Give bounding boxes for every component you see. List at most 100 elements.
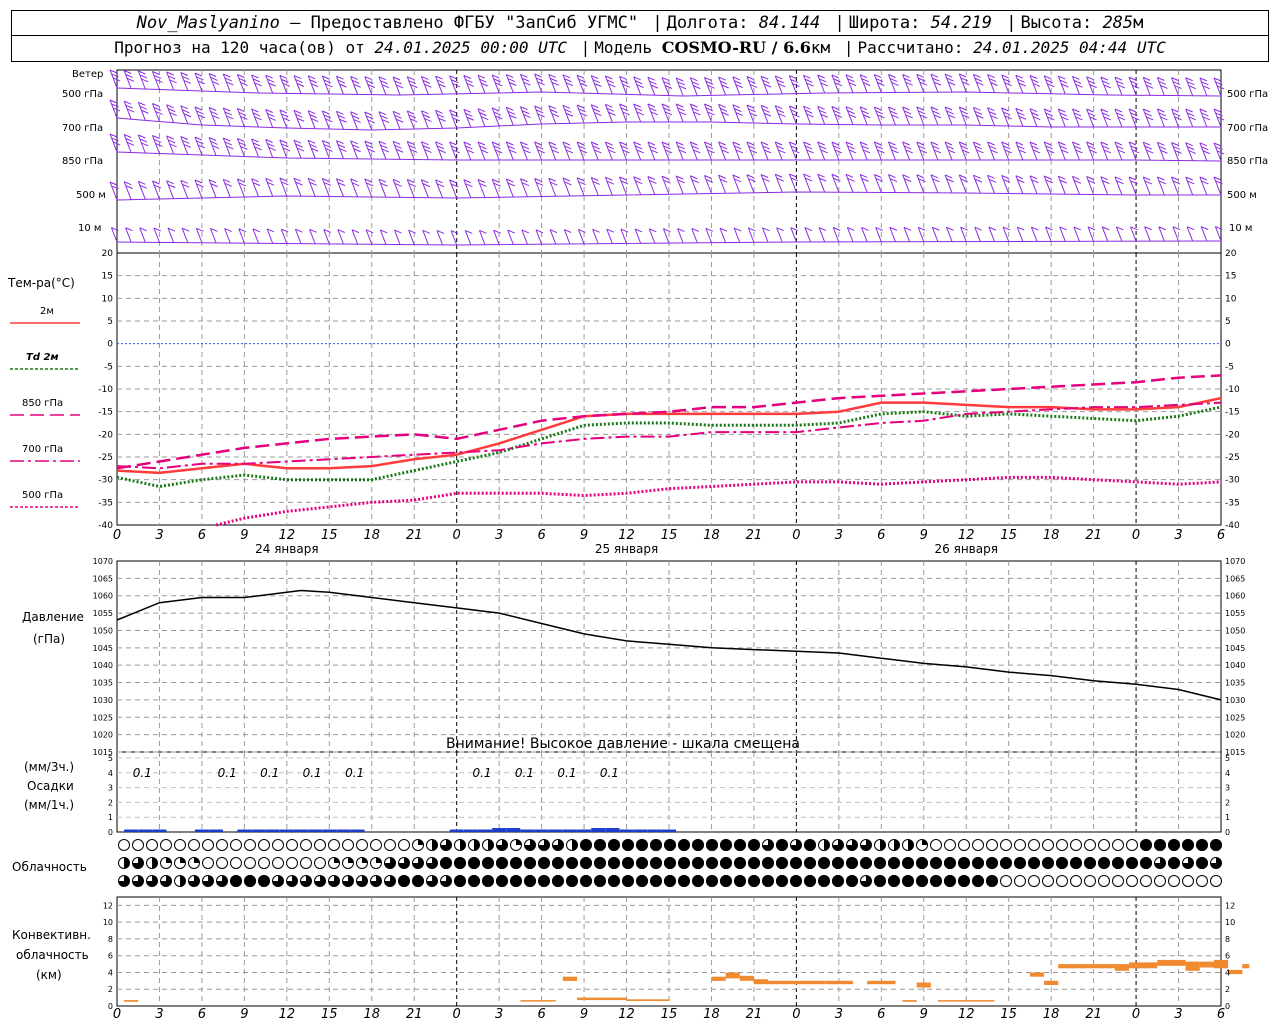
time-tick-label: 21	[746, 528, 763, 543]
temp-ytick-right: 10	[1225, 294, 1237, 304]
cloud-symbol-row3	[1154, 875, 1166, 887]
convective-layer	[124, 959, 1250, 1002]
temp-ytick-left: -20	[98, 430, 113, 440]
temp-ytick-left: 0	[107, 340, 113, 350]
temp-ytick-left: 15	[102, 272, 113, 282]
cloud-symbol-row3-fill	[468, 875, 480, 887]
pressure-ytick-left: 1050	[93, 626, 113, 635]
cloud-symbol-row2-fill	[944, 857, 956, 869]
day-label: 26 января	[935, 542, 998, 556]
precip-amount-label: 0.1	[515, 766, 534, 780]
cloud-symbol-row2-fill	[1196, 857, 1208, 869]
cloud-symbol-row1	[986, 839, 998, 851]
cloud-symbol-row3	[1140, 875, 1152, 887]
conv-cloud-bar	[916, 982, 931, 988]
cloud-symbol-row2-fill	[958, 857, 970, 869]
temp-ytick-right: -30	[1225, 476, 1240, 486]
cloud-symbol-row1-fill	[664, 839, 676, 851]
time-tick-label: 18	[363, 528, 380, 543]
cloud-symbol-row2-fill	[376, 857, 382, 863]
precip-ytick-left: 3	[108, 784, 113, 793]
conv-cloud-bar	[1242, 964, 1250, 969]
temp-ytick-right: -35	[1225, 498, 1240, 508]
pressure-ytick-left: 1045	[93, 644, 113, 653]
cloud-symbol-row1	[1056, 839, 1068, 851]
cloud-symbol-row2-fill	[972, 857, 984, 869]
temp-ytick-right: 0	[1225, 340, 1231, 350]
cloud-symbol-row3-fill	[244, 875, 256, 887]
time-tick-label-bottom: 0	[453, 1007, 461, 1022]
conv-cloud-bar	[838, 980, 853, 985]
time-tick-label-bottom: 21	[1085, 1007, 1102, 1022]
cloud-symbol-row1	[1084, 839, 1096, 851]
precip-layer	[124, 828, 676, 832]
temp-ytick-left: -40	[98, 521, 113, 531]
time-tick-label: 9	[580, 528, 588, 543]
pressure-ytick-right: 1045	[1225, 644, 1245, 653]
cloud-symbol-row3-fill	[762, 875, 774, 887]
temp-ytick-left: -15	[98, 408, 113, 418]
time-tick-label: 15	[1000, 528, 1017, 543]
precip-amount-label: 0.1	[345, 766, 364, 780]
cloud-symbol-row1	[958, 839, 970, 851]
pressure-ytick-left: 1070	[93, 557, 113, 566]
precip-bar	[492, 828, 507, 832]
cloud-symbol-row3-fill	[930, 875, 942, 887]
cloud-symbol-row2-fill	[594, 857, 606, 869]
cloud-symbol-row3-fill	[916, 875, 928, 887]
cloud-symbol-row2-fill	[1112, 857, 1124, 869]
cloud-symbol-row1-fill	[608, 839, 620, 851]
cloud-symbol-row3	[1070, 875, 1082, 887]
pressure-ytick-right: 1020	[1225, 731, 1245, 740]
time-tick-label-bottom: 12	[958, 1007, 975, 1022]
cloud-symbol-row2-fill	[846, 857, 858, 869]
cloud-symbol-row2	[244, 857, 256, 869]
temp-ytick-left: 20	[102, 249, 114, 259]
pressure-ytick-right: 1030	[1225, 696, 1245, 705]
cloud-symbol-row3-fill	[720, 875, 732, 887]
cloud-symbol-row2-fill	[636, 857, 648, 869]
cloud-symbol-row1-fill	[824, 839, 830, 851]
precip-ytick-right: 3	[1225, 784, 1230, 793]
precip-amount-label: 0.1	[303, 766, 322, 780]
cloud-symbol-row3-fill	[636, 875, 648, 887]
precip-bar	[633, 829, 648, 832]
cloud-symbol-row1-fill	[1210, 839, 1222, 851]
time-tick-label-bottom: 9	[240, 1007, 248, 1022]
precip-bar	[279, 829, 294, 832]
precip-ytick-left: 5	[108, 754, 113, 763]
cloud-symbol-row1	[328, 839, 340, 851]
cloud-symbol-row1-fill	[1196, 839, 1208, 851]
cloud-symbol-row2-fill	[194, 857, 200, 863]
temp-ytick-right: 15	[1225, 272, 1236, 282]
cloud-symbol-row2-fill	[552, 857, 564, 869]
temp-ytick-right: -15	[1225, 408, 1240, 418]
cloud-symbol-row1	[1000, 839, 1012, 851]
time-tick-label: 12	[958, 528, 975, 543]
precip-ytick-right: 0	[1225, 828, 1230, 837]
time-tick-label: 3	[1174, 528, 1182, 543]
precip-ytick-left: 4	[108, 769, 113, 778]
time-tick-label: 3	[495, 528, 503, 543]
pressure-ytick-right: 1050	[1225, 626, 1245, 635]
cloud-symbol-row2-fill	[1028, 857, 1040, 869]
cloud-symbol-row1-fill	[650, 839, 662, 851]
cloud-symbol-row3-fill	[552, 875, 564, 887]
cloud-symbol-row2-fill	[496, 857, 508, 869]
temp-ytick-right: 20	[1225, 249, 1237, 259]
temp-series-line	[215, 475, 1222, 527]
conv-ytick-right: 10	[1225, 918, 1235, 927]
cloud-symbol-row2-fill	[790, 857, 802, 869]
precip-bar	[534, 829, 549, 832]
cloud-symbol-row3-fill	[888, 875, 900, 887]
pressure-ytick-left: 1040	[93, 661, 113, 670]
cloud-symbol-row3-fill	[258, 875, 270, 887]
time-tick-label-bottom: 3	[1174, 1007, 1182, 1022]
conv-cloud-bar	[520, 1000, 556, 1002]
cloud-layer	[118, 839, 1222, 887]
cloud-symbol-row1	[1112, 839, 1124, 851]
cloud-symbol-row1	[356, 839, 368, 851]
cloud-symbol-row2-fill	[468, 857, 480, 869]
conv-cloud-bar	[1213, 959, 1229, 969]
conv-ytick-left: 2	[108, 985, 113, 994]
